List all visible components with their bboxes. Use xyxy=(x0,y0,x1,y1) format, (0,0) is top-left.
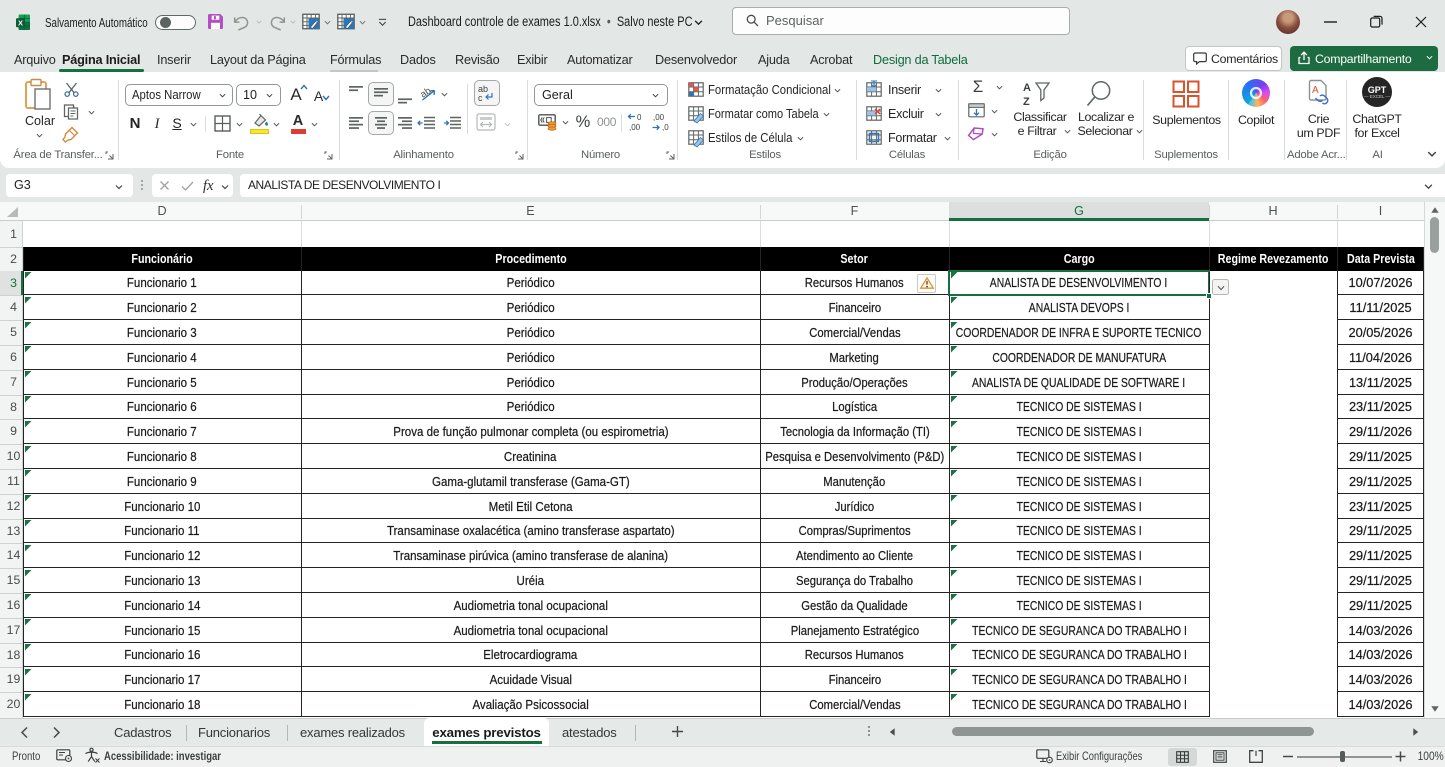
svg-text:Z: Z xyxy=(1023,96,1030,108)
svg-text:X: X xyxy=(17,19,22,28)
svg-text:,00: ,00 xyxy=(629,123,641,132)
svg-text:c: c xyxy=(478,93,483,103)
svg-text:,00: ,00 xyxy=(653,113,665,122)
svg-text:A: A xyxy=(1023,82,1031,94)
svg-text:0: 0 xyxy=(637,113,642,122)
svg-text:,0: ,0 xyxy=(662,123,669,132)
svg-text:A: A xyxy=(1312,85,1319,96)
